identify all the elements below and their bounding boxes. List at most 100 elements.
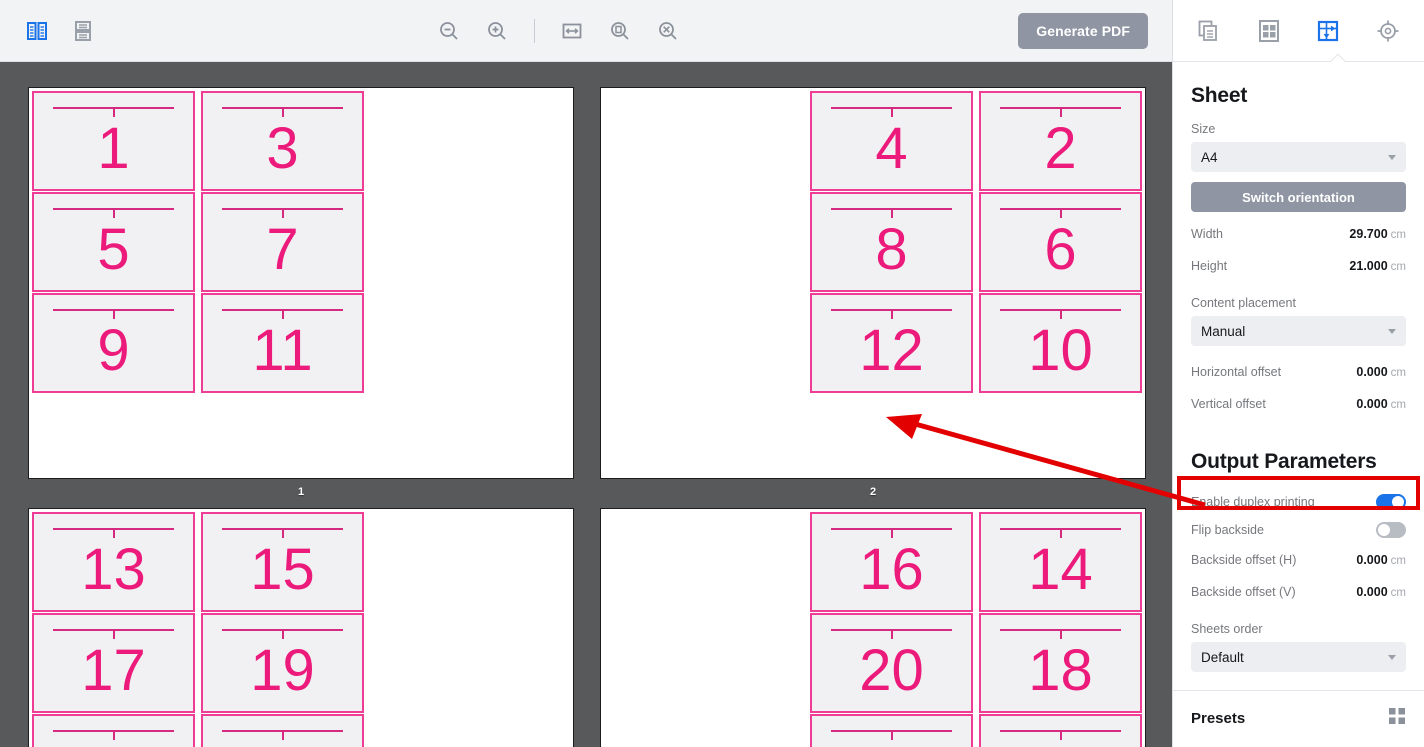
generate-pdf-button[interactable]: Generate PDF (1018, 12, 1148, 49)
card-page-number: 5 (97, 217, 130, 282)
flip-backside-toggle[interactable] (1376, 522, 1406, 538)
card-center-tick (112, 107, 115, 117)
page-card[interactable]: 9 (32, 293, 195, 393)
switch-orientation-button[interactable]: Switch orientation (1191, 182, 1406, 212)
page-card[interactable]: 10 (979, 293, 1142, 393)
page-card[interactable]: 8 (810, 192, 973, 292)
card-page-number: 14 (1028, 537, 1093, 602)
sheet[interactable]: 1 3 5 7 9 11 (28, 87, 574, 479)
card-center-tick (1059, 107, 1062, 117)
presets-grid-icon[interactable] (1388, 707, 1406, 730)
panel-tab-bar (1173, 0, 1424, 62)
sheet[interactable]: 13 15 17 19 21 23 (28, 508, 574, 747)
toolbar-view-group (0, 16, 98, 46)
presets-row: Presets (1191, 707, 1406, 730)
page-card[interactable]: 16 (810, 512, 973, 612)
toolbar-actions: Generate PDF (1018, 12, 1172, 49)
card-center-tick (890, 309, 893, 319)
spread-view-icon[interactable] (22, 16, 52, 46)
card-page-number: 7 (266, 217, 299, 282)
card-center-tick (890, 208, 893, 218)
sheets-order-label: Sheets order (1191, 622, 1263, 636)
page-card[interactable]: 20 (810, 613, 973, 713)
width-label: Width (1191, 227, 1223, 241)
vertical-offset-value: 0.000 (1356, 397, 1388, 411)
page-card[interactable]: 7 (201, 192, 364, 292)
page-card[interactable]: 19 (201, 613, 364, 713)
size-select-value: A4 (1201, 149, 1218, 165)
top-toolbar: Generate PDF (0, 0, 1172, 62)
single-view-icon[interactable] (68, 16, 98, 46)
card-page-number: 11 (252, 318, 313, 383)
backside-offset-v-value: 0.000 (1356, 585, 1388, 599)
pages-tab[interactable] (1188, 10, 1230, 52)
horizontal-offset-unit: cm (1390, 367, 1406, 379)
backside-offset-h-value: 0.000 (1356, 553, 1388, 567)
page-card[interactable]: 23 (201, 714, 364, 747)
page-card[interactable]: 15 (201, 512, 364, 612)
page-card[interactable]: 6 (979, 192, 1142, 292)
horizontal-offset-row: Horizontal offset 0.000 cm (1191, 356, 1406, 388)
card-page-number: 21 (81, 743, 146, 747)
page-card[interactable]: 2 (979, 91, 1142, 191)
backside-offset-h-label: Backside offset (H) (1191, 553, 1297, 567)
page-card[interactable]: 22 (979, 714, 1142, 747)
horizontal-offset-value: 0.000 (1356, 365, 1388, 379)
page-card[interactable]: 4 (810, 91, 973, 191)
sheets-order-select[interactable]: Default (1191, 642, 1406, 672)
page-card[interactable]: 13 (32, 512, 195, 612)
page-card[interactable]: 21 (32, 714, 195, 747)
presets-title: Presets (1191, 710, 1246, 727)
fit-width-icon[interactable] (557, 16, 587, 46)
card-center-tick (281, 528, 284, 538)
card-center-tick (281, 309, 284, 319)
fit-page-icon[interactable] (605, 16, 635, 46)
duplex-toggle[interactable] (1376, 494, 1406, 510)
chevron-down-icon (1388, 155, 1396, 160)
page-card[interactable]: 1 (32, 91, 195, 191)
card-page-number: 19 (250, 638, 315, 703)
card-center-tick (890, 730, 893, 740)
content-placement-select[interactable]: Manual (1191, 316, 1406, 346)
sheet-number-label: 1 (297, 486, 305, 498)
size-select[interactable]: A4 (1191, 142, 1406, 172)
sheet-section-title: Sheet (1191, 84, 1248, 107)
duplex-row: Enable duplex printing (1191, 488, 1406, 516)
panel-divider (1173, 690, 1424, 691)
page-card[interactable]: 17 (32, 613, 195, 713)
zoom-out-icon[interactable] (434, 16, 464, 46)
page-card[interactable]: 11 (201, 293, 364, 393)
card-center-tick (1059, 629, 1062, 639)
layout-tab[interactable] (1248, 10, 1290, 52)
page-card[interactable]: 14 (979, 512, 1142, 612)
card-page-number: 4 (875, 116, 908, 181)
sheet[interactable]: 4 2 8 6 12 10 (600, 87, 1146, 479)
zoom-reset-icon[interactable] (653, 16, 683, 46)
page-card[interactable]: 3 (201, 91, 364, 191)
size-label: Size (1191, 122, 1216, 136)
page-card[interactable]: 24 (810, 714, 973, 747)
card-center-tick (112, 629, 115, 639)
zoom-in-icon[interactable] (482, 16, 512, 46)
sheet-tab[interactable] (1307, 10, 1349, 52)
card-center-tick (281, 730, 284, 740)
vertical-offset-label: Vertical offset (1191, 397, 1266, 411)
sheet[interactable]: 16 14 20 18 24 22 (600, 508, 1146, 747)
card-page-number: 13 (81, 537, 146, 602)
chevron-down-icon (1388, 655, 1396, 660)
card-page-number: 17 (81, 638, 146, 703)
marks-tab[interactable] (1367, 10, 1409, 52)
card-page-number: 16 (859, 537, 924, 602)
page-card[interactable]: 18 (979, 613, 1142, 713)
page-card[interactable]: 12 (810, 293, 973, 393)
sheet-preview-canvas[interactable]: 1357911142861210213151719212316142018242… (0, 62, 1172, 747)
properties-panel: Sheet Size A4 Switch orientation Width 2… (1172, 0, 1424, 747)
card-center-tick (281, 107, 284, 117)
card-page-number: 9 (97, 318, 130, 383)
card-center-tick (1059, 208, 1062, 218)
vertical-offset-row: Vertical offset 0.000 cm (1191, 388, 1406, 420)
backside-offset-h-unit: cm (1390, 555, 1406, 567)
backside-offset-v-row: Backside offset (V) 0.000 cm (1191, 576, 1406, 608)
card-page-number: 15 (250, 537, 315, 602)
page-card[interactable]: 5 (32, 192, 195, 292)
